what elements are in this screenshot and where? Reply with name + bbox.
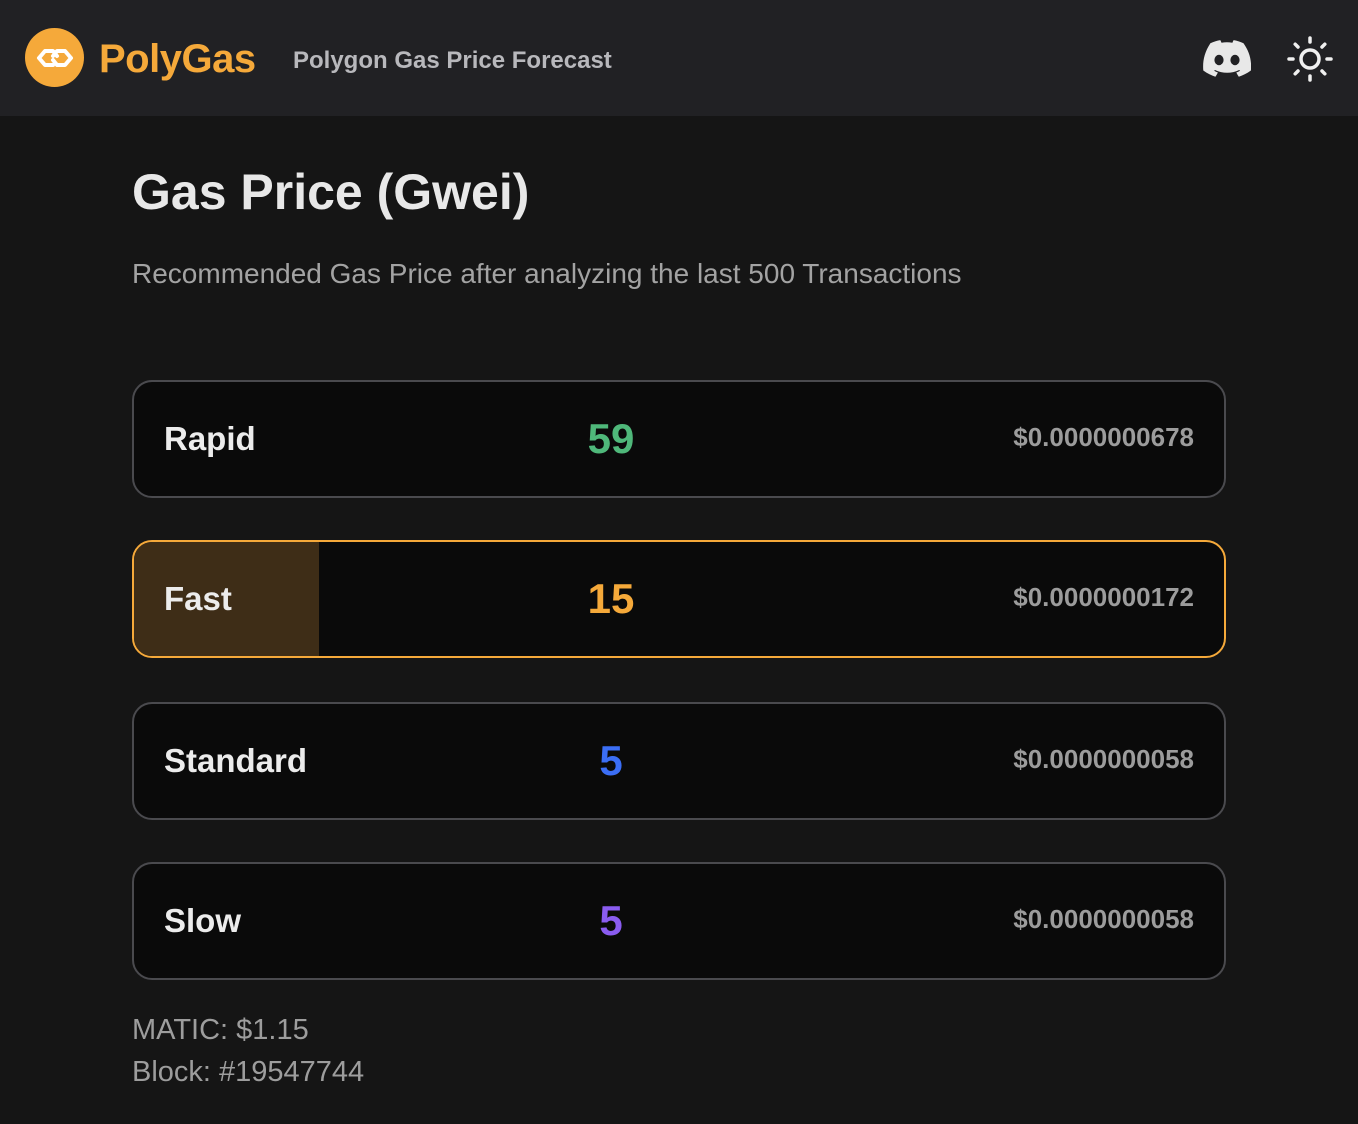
tier-usd-cost: $0.0000000058 (1013, 743, 1194, 774)
page-title: Gas Price (Gwei) (132, 164, 530, 220)
tier-usd-cost: $0.0000000058 (1013, 903, 1194, 934)
matic-price: MATIC: $1.15 (132, 1014, 309, 1046)
discord-icon[interactable] (1203, 39, 1252, 77)
polygon-logo-icon[interactable] (25, 28, 84, 87)
page-subtitle: Recommended Gas Price after analyzing th… (132, 258, 962, 289)
tier-card-fast[interactable]: Fast 15 $0.0000000172 (132, 540, 1226, 658)
tier-gwei-value: 5 (599, 737, 623, 784)
tier-gwei-value: 5 (599, 897, 623, 944)
tier-card-standard[interactable]: Standard 5 $0.0000000058 (132, 702, 1226, 820)
block-number: Block: #19547744 (132, 1056, 365, 1088)
tier-gwei-value: 15 (587, 575, 635, 622)
tier-usd-cost: $0.0000000678 (1013, 421, 1194, 452)
tagline: Polygon Gas Price Forecast (293, 47, 612, 74)
tier-card-slow[interactable]: Slow 5 $0.0000000058 (132, 862, 1226, 980)
tier-usd-cost: $0.0000000172 (1013, 581, 1194, 612)
sun-icon[interactable] (1286, 35, 1334, 83)
brand-name[interactable]: PolyGas (99, 34, 256, 84)
tier-card-rapid[interactable]: Rapid 59 $0.0000000678 (132, 380, 1226, 498)
top-bar: PolyGas Polygon Gas Price Forecast (0, 0, 1358, 116)
tier-gwei-value: 59 (587, 415, 635, 462)
